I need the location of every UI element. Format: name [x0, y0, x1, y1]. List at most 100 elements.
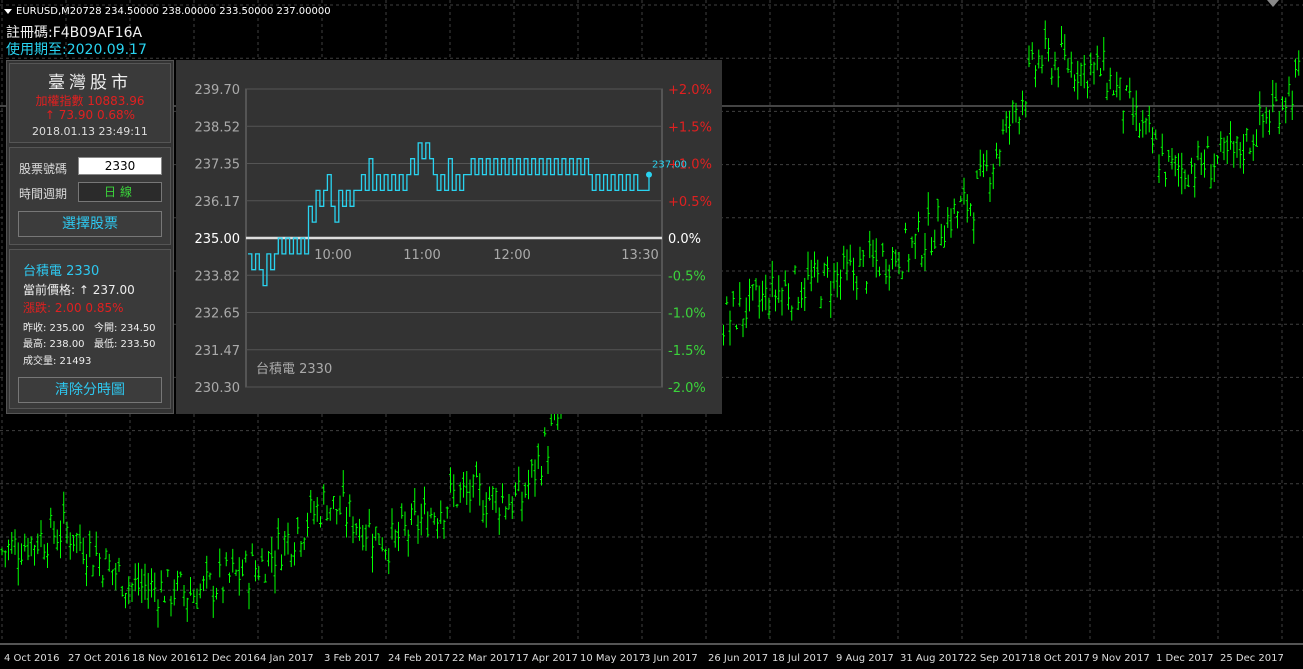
price-bar	[419, 503, 423, 536]
price-bar	[179, 571, 183, 578]
price-bar	[140, 568, 144, 604]
current-price: 當前價格: ↑ 237.00	[23, 283, 135, 297]
price-bar	[1170, 147, 1174, 170]
price-bar	[1225, 135, 1229, 165]
price-bar	[111, 569, 114, 586]
intraday-price-line	[248, 142, 650, 287]
dropdown-triangle-icon[interactable]	[4, 8, 12, 14]
price-bar	[1079, 62, 1083, 87]
price-bar	[250, 543, 254, 557]
price-bar	[1066, 58, 1070, 73]
price-bar	[29, 536, 33, 557]
stock-code-input[interactable]: 2330	[78, 157, 162, 175]
price-bar	[1099, 67, 1102, 77]
price-bar	[757, 285, 761, 319]
time-axis-label: 26 Jun 2017	[708, 653, 768, 664]
intraday-chart: 239.70 +2.0%238.52 +1.5%237.35 +1.0%236.17 +…	[195, 83, 712, 396]
price-bar	[1157, 154, 1161, 184]
price-bar	[208, 572, 212, 580]
price-bar	[423, 486, 426, 515]
price-bar	[143, 563, 147, 600]
clear-chart-button[interactable]: 清除分時圖	[18, 377, 162, 403]
price-bar	[969, 203, 972, 217]
price-bar	[114, 562, 118, 591]
price-bar	[202, 575, 205, 592]
time-tick-label: 11:00	[403, 248, 440, 263]
price-bar	[81, 537, 85, 565]
price-bar	[1138, 122, 1141, 138]
symbol-line: EURUSD,M20728 234.50000 238.00000 233.50…	[16, 6, 331, 17]
market-datetime: 2018.01.13 23:49:11	[32, 125, 148, 138]
last-price-label: 237.00	[652, 160, 687, 171]
price-bar	[855, 276, 859, 300]
price-bar	[1069, 51, 1073, 78]
stock-code-label: 股票號碼	[19, 162, 68, 176]
price-bar	[354, 523, 358, 536]
price-bar	[462, 472, 465, 498]
price-bar	[744, 297, 748, 329]
price-bar	[1287, 76, 1291, 97]
price-bar	[991, 163, 995, 190]
period-selector[interactable]: 日線	[78, 182, 162, 202]
price-bar	[289, 553, 293, 568]
price-bar	[315, 497, 319, 522]
price-bar	[1160, 133, 1164, 157]
select-stock-button[interactable]: 選擇股票	[18, 211, 162, 237]
time-axis-label: 9 Nov 2017	[1092, 653, 1150, 664]
time-axis-label: 27 Oct 2016	[68, 653, 130, 664]
price-bar	[956, 211, 959, 229]
price-bar	[1102, 36, 1106, 71]
price-bar	[52, 521, 56, 544]
price-bar	[1248, 147, 1252, 155]
price-bar	[1294, 58, 1297, 78]
price-bar	[267, 551, 270, 567]
price-bar	[1004, 111, 1008, 133]
price-bar	[923, 233, 927, 272]
price-bar	[1092, 61, 1096, 85]
price-bar	[894, 249, 898, 267]
price-bar	[780, 287, 784, 316]
price-bar	[975, 170, 979, 179]
price-bar	[1196, 140, 1200, 161]
price-bar	[387, 548, 391, 575]
price-bar	[130, 582, 134, 603]
price-bar	[1277, 111, 1281, 135]
price-bar	[172, 579, 176, 606]
price-bar	[1056, 66, 1060, 88]
price-bar	[1089, 52, 1093, 76]
price-bar	[101, 574, 105, 588]
price-bar	[241, 559, 244, 577]
price-bar	[1047, 38, 1050, 62]
price-bar	[273, 550, 277, 594]
price-bar	[1034, 65, 1037, 88]
price-bar	[523, 482, 527, 498]
price-bar	[722, 324, 725, 346]
price-bar	[176, 570, 179, 591]
price-bar	[475, 461, 478, 478]
price-bar	[416, 515, 420, 544]
expiry-date: 使用期至:2020.09.17	[6, 42, 147, 58]
price-bar	[426, 511, 430, 537]
market-index-section: 臺灣股市 加權指數 10883.96 ↑ 73.90 0.68% 2018.01…	[9, 63, 171, 143]
intraday-chart-title: 台積電 2330	[256, 362, 332, 377]
time-axis-label: 18 Oct 2017	[1028, 653, 1090, 664]
price-bar	[72, 534, 75, 552]
price-bar	[33, 544, 36, 566]
price-bar	[436, 518, 439, 539]
price-bar	[182, 584, 186, 607]
intraday-chart-popup: 239.70 +2.0% 238.52 +1.5% 237.35 +1.0% 236.17 +…	[176, 60, 722, 414]
chart-scroll-arrow-icon[interactable]	[1267, 0, 1279, 7]
price-bar	[943, 225, 946, 248]
price-bar	[49, 507, 53, 528]
price-bar	[803, 277, 807, 312]
price-bar	[283, 531, 287, 556]
price-bar	[738, 282, 742, 307]
price-bar	[787, 283, 790, 310]
price-bar	[361, 525, 365, 551]
price-bar	[1238, 142, 1242, 169]
price-tick-label: 232.65	[195, 307, 241, 322]
price-bar	[1050, 67, 1054, 85]
price-bar	[517, 466, 521, 492]
price-bar	[75, 532, 79, 554]
price-bar	[345, 506, 348, 538]
